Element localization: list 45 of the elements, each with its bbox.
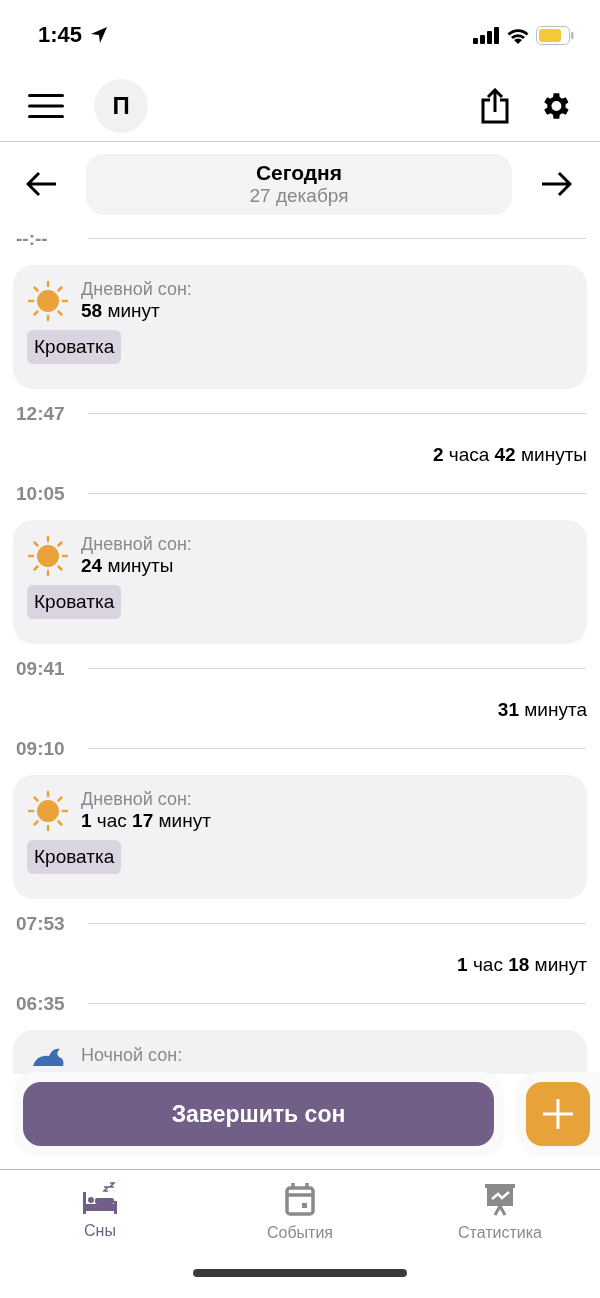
time-marker: 09:10 (16, 737, 66, 760)
tab[interactable]: Статистика (420, 1182, 580, 1256)
location-arrow-icon (90, 26, 109, 44)
awake-duration: 2 часа 42 минуты (432, 444, 587, 466)
sleep-duration: 24 минуты (81, 555, 175, 577)
menu-button[interactable] (28, 92, 64, 119)
sleep-type-label: Дневной сон: (81, 534, 192, 555)
sun-icon (27, 789, 69, 832)
time-marker: 06:35 (16, 992, 66, 1015)
awake-duration: 1 час 18 минут (457, 954, 587, 976)
sun-icon (27, 534, 69, 577)
status-time: 1:45 (38, 22, 83, 48)
sun-icon (27, 279, 69, 322)
time-marker: 12:47 (16, 402, 66, 425)
time-marker: 07:53 (16, 912, 66, 935)
sleep-type-label: Ночной сон: (81, 1045, 183, 1066)
date-selector[interactable]: Сегодня 27 декабря (86, 153, 512, 215)
share-button[interactable] (480, 87, 510, 124)
calendar-icon (284, 1182, 316, 1216)
location-tag: Кроватка (27, 840, 122, 874)
time-marker: --:-- (16, 227, 49, 250)
sleep-card[interactable]: Дневной сон: 24 минуты Кроватка (13, 520, 587, 644)
wifi-icon (506, 26, 530, 44)
sleep-type-label: Дневной сон: (81, 789, 193, 810)
sleep-duration: 58 минут (81, 300, 161, 322)
location-tag: Кроватка (27, 585, 122, 619)
tab[interactable]: События (220, 1182, 380, 1256)
bed-icon (82, 1182, 118, 1214)
time-marker: 09:41 (16, 657, 66, 680)
time-marker: 10:05 (16, 482, 66, 505)
sleep-duration: 1 час 17 минут (81, 810, 211, 832)
previous-day-button[interactable] (26, 171, 58, 197)
plus-icon (541, 1097, 575, 1131)
signal-icon (473, 26, 500, 44)
sleep-card[interactable]: Дневной сон: 1 час 17 минут Кроватка (13, 775, 587, 899)
location-tag: Кроватка (27, 330, 122, 364)
battery-icon (536, 25, 574, 45)
sleep-card[interactable]: Дневной сон: 58 минут Кроватка (13, 265, 587, 389)
tab[interactable]: Сны (20, 1182, 180, 1256)
awake-duration: 31 минута (497, 699, 587, 721)
sleep-type-label: Дневной сон: (81, 279, 192, 300)
next-day-button[interactable] (540, 171, 572, 197)
profile-avatar[interactable]: П (94, 78, 148, 133)
end-sleep-button[interactable]: Завершить сон (23, 1082, 494, 1146)
chart-board-icon (483, 1182, 517, 1216)
